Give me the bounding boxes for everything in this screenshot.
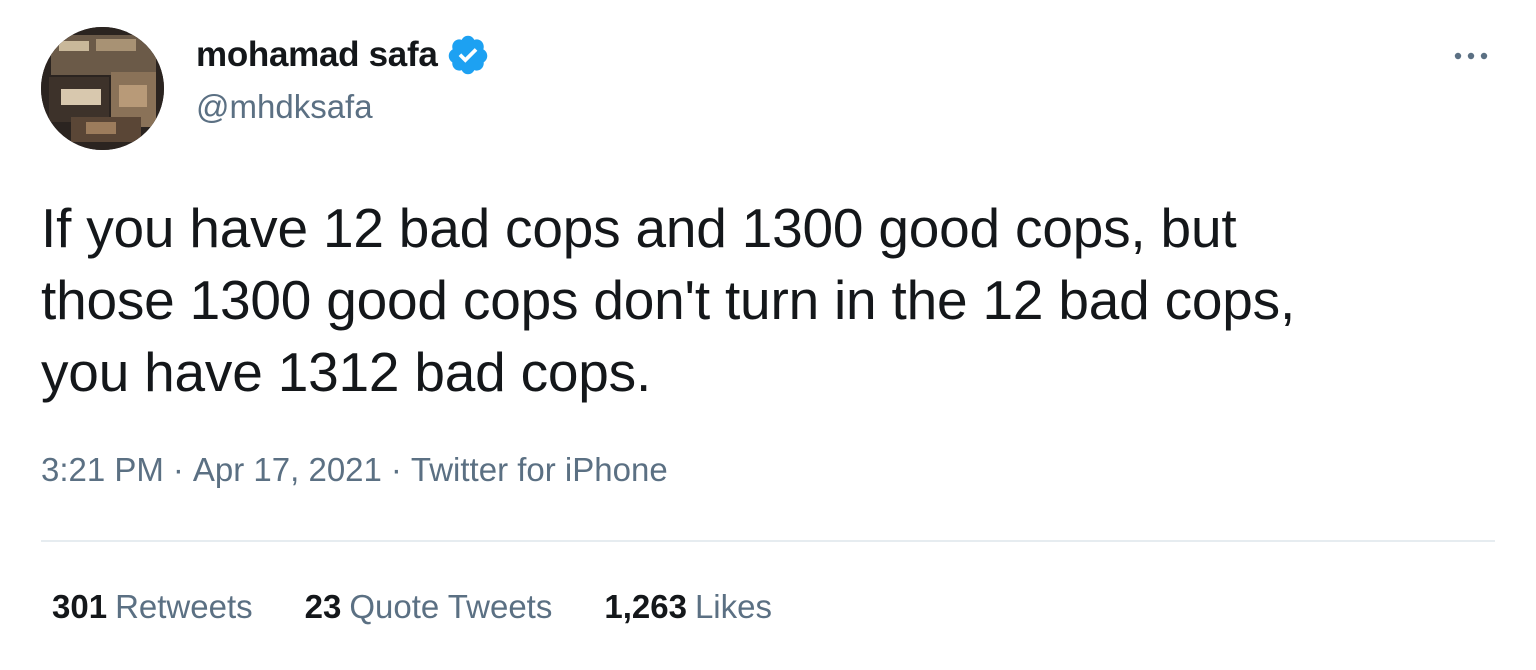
retweets-count: 301	[52, 588, 108, 625]
likes-count: 1,263	[604, 588, 687, 625]
tweet-metadata: 3:21 PM · Apr 17, 2021 · Twitter for iPh…	[41, 451, 668, 489]
author-name-row: mohamad safa	[196, 33, 490, 77]
more-options-button[interactable]	[1446, 36, 1496, 76]
avatar[interactable]	[41, 27, 164, 150]
likes-stat[interactable]: 1,263 Likes	[604, 588, 772, 626]
quote-tweets-count: 23	[304, 588, 342, 625]
retweets-stat[interactable]: 301 Retweets	[52, 588, 253, 626]
engagement-stats: 301 Retweets 23 Quote Tweets 1,263 Likes	[52, 588, 824, 626]
author-handle[interactable]: @mhdksafa	[196, 88, 373, 126]
retweets-label: Retweets	[115, 588, 253, 625]
divider	[41, 540, 1495, 542]
tweet-time-link[interactable]: 3:21 PM	[41, 451, 164, 489]
verified-badge-icon	[446, 33, 490, 77]
meta-separator: ·	[390, 451, 402, 488]
tweet-card: mohamad safa @mhdksafa If you have 12 ba…	[0, 0, 1536, 670]
likes-label: Likes	[694, 588, 772, 625]
meta-separator: ·	[172, 451, 184, 488]
more-options-icon	[1454, 52, 1488, 60]
tweet-text: If you have 12 bad cops and 1300 good co…	[41, 197, 1296, 403]
quote-tweets-label: Quote Tweets	[349, 588, 553, 625]
tweet-source-link[interactable]: Twitter for iPhone	[411, 451, 668, 489]
tweet-date-link[interactable]: Apr 17, 2021	[193, 451, 382, 489]
author-display-name[interactable]: mohamad safa	[196, 35, 438, 75]
avatar-photo	[41, 27, 164, 150]
quote-tweets-stat[interactable]: 23 Quote Tweets	[305, 588, 553, 626]
